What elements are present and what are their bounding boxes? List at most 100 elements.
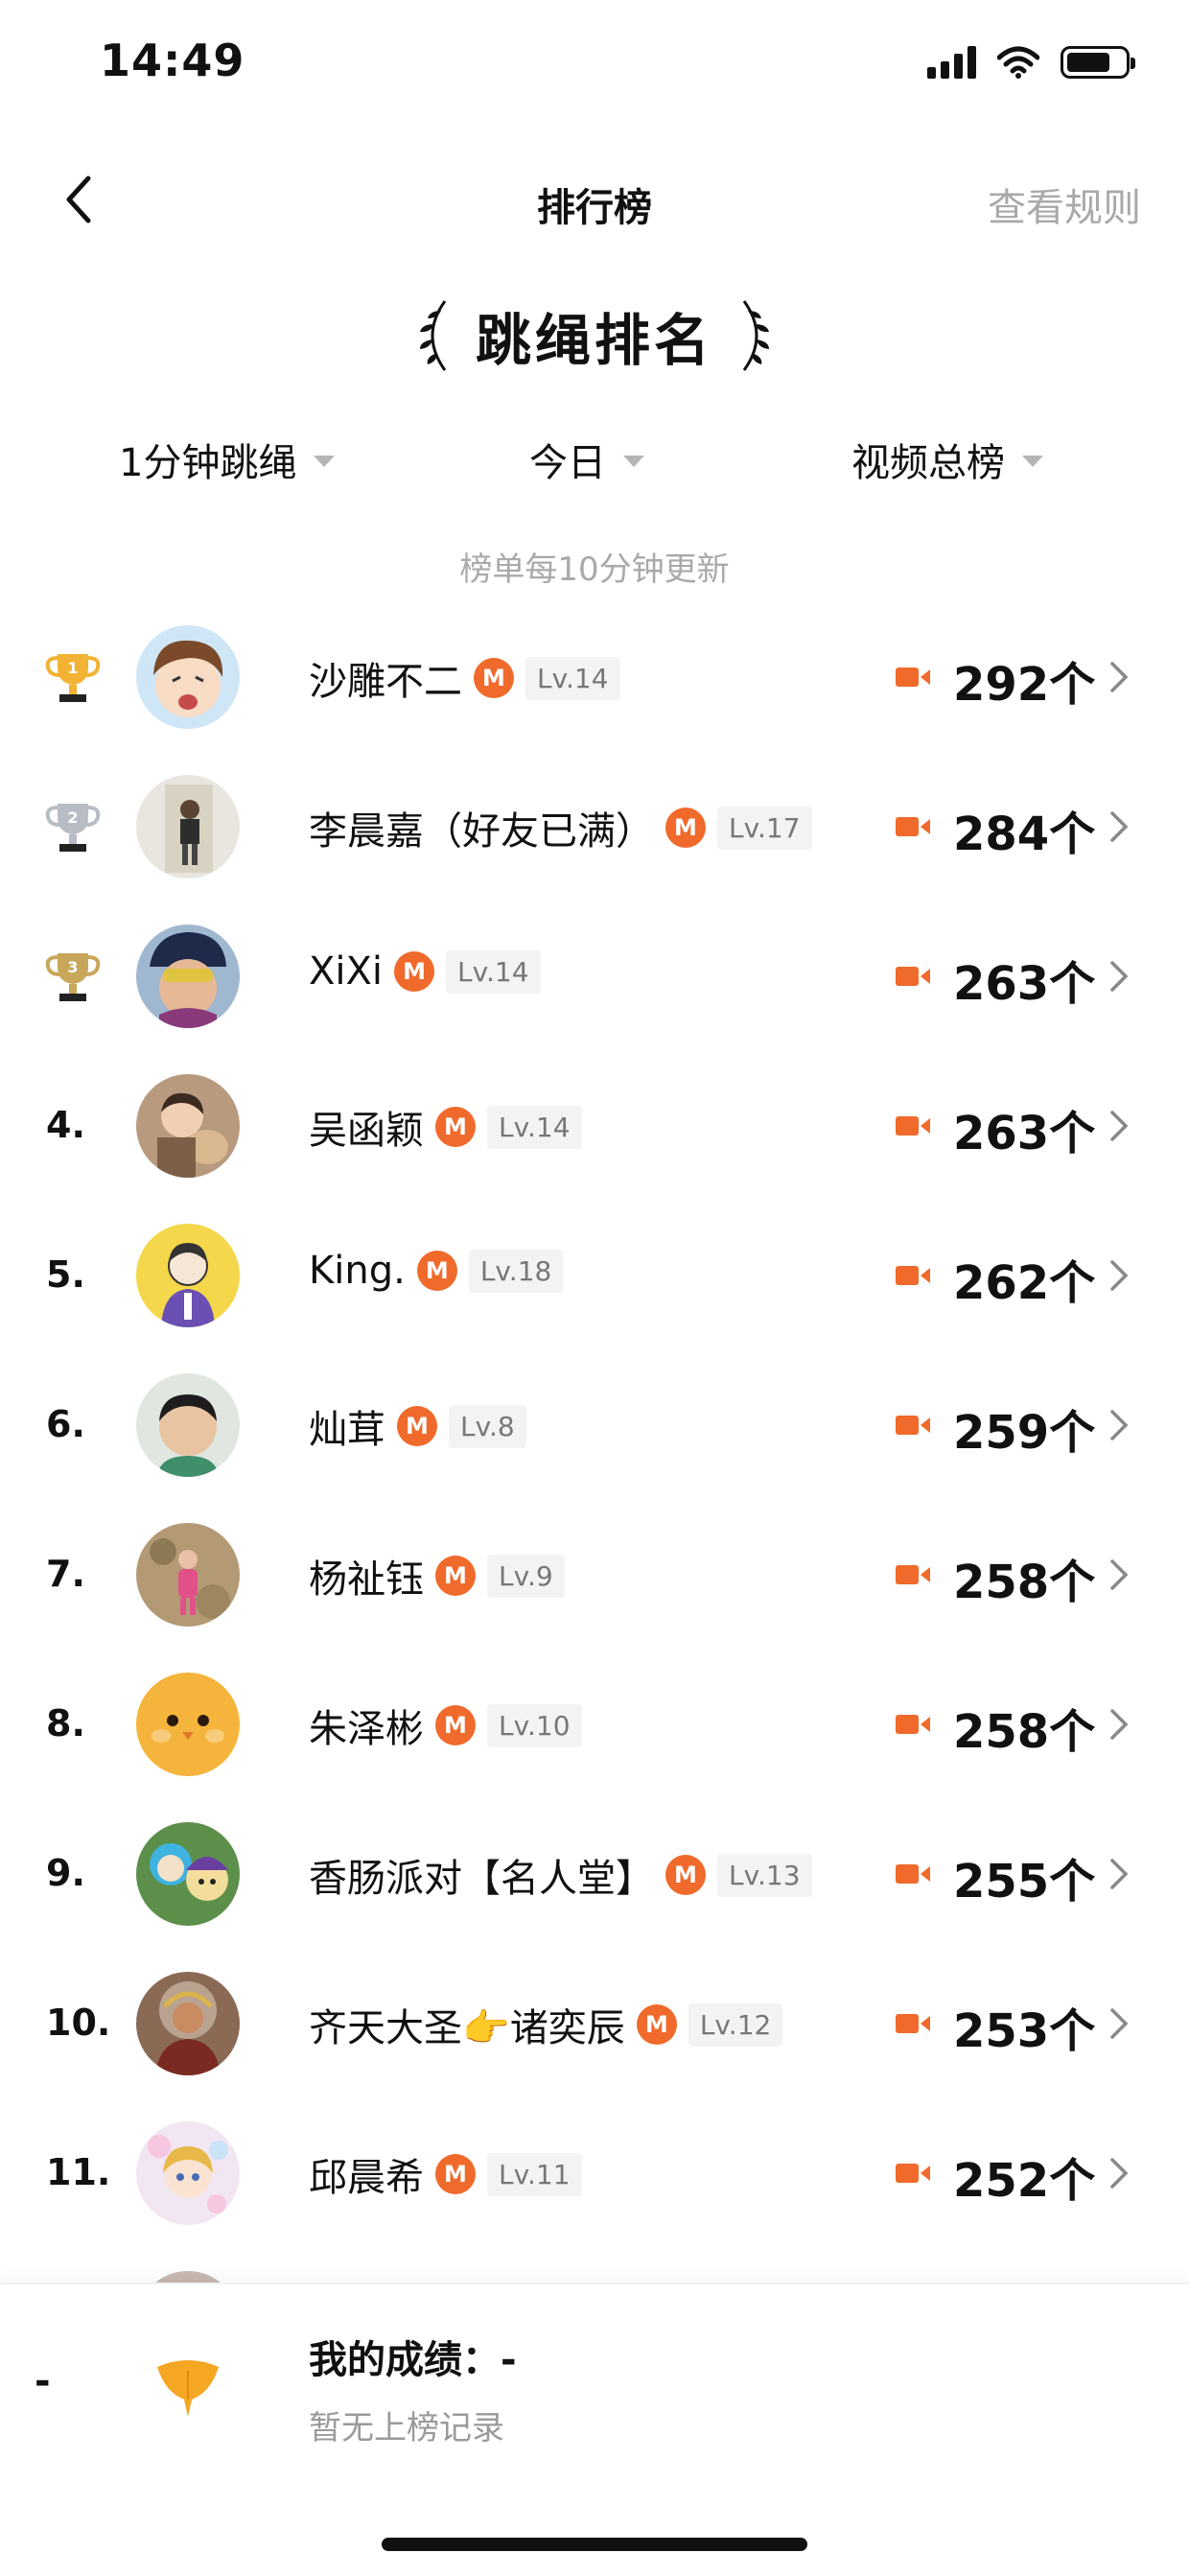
member-badge: M: [665, 1855, 706, 1895]
video-camera-icon: [896, 667, 930, 687]
chevron-right-icon: [1110, 1709, 1129, 1740]
video-camera-icon: [896, 1565, 930, 1584]
gold-trophy-icon: 1: [45, 654, 101, 702]
my-score-bar[interactable]: - 我的成绩：- 暂无上榜记录: [0, 2283, 1189, 2576]
score: 263个: [953, 1107, 1096, 1160]
avatar: [136, 1673, 240, 1776]
ranking-header: 跳绳排名: [0, 288, 1189, 384]
ranking-row[interactable]: 2 李晨嘉（好友已满） M Lv.17 284个: [0, 752, 1189, 902]
member-badge: M: [474, 658, 514, 698]
score: 253个: [953, 2004, 1096, 2058]
silver-trophy-icon: 2: [45, 804, 101, 852]
rank-number: 5.: [46, 1253, 85, 1296]
score: 292个: [953, 658, 1096, 712]
ranking-row[interactable]: 5. King. M Lv.18 262个: [0, 1201, 1189, 1350]
ranking-row[interactable]: 1 沙雕不二 M Lv.14 292个: [0, 602, 1189, 752]
ranking-title: 跳绳排名: [475, 308, 713, 373]
chevron-right-icon: [1110, 1559, 1129, 1590]
level-badge: Lv.8: [449, 1404, 526, 1448]
my-score-title: 我的成绩：-: [309, 2338, 517, 2382]
svg-text:2: 2: [67, 808, 78, 827]
user-name: 朱泽彬: [309, 1707, 424, 1751]
rank-number: 4.: [46, 1104, 85, 1146]
view-rules-link[interactable]: 查看规则: [988, 176, 1141, 232]
level-badge: Lv.18: [468, 1249, 564, 1293]
chevron-right-icon: [1110, 2008, 1129, 2039]
user-name: 沙雕不二: [309, 660, 462, 704]
score: 252个: [953, 2154, 1096, 2208]
level-badge: Lv.17: [717, 806, 812, 850]
filter-period-dropdown[interactable]: 今日: [529, 432, 644, 487]
ranking-row[interactable]: 11. 邱晨希 M Lv.11 252个: [0, 2098, 1189, 2248]
status-bar: 14:49: [0, 0, 1189, 125]
ranking-row[interactable]: 3 XiXi M Lv.14 263个: [0, 902, 1189, 1051]
cellular-signal-icon: [927, 46, 976, 79]
level-badge: Lv.9: [487, 1554, 565, 1598]
ranking-row[interactable]: 10. 齐天大圣👉诸奕辰 M Lv.12 253个: [0, 1949, 1189, 2098]
chevron-right-icon: [1110, 961, 1129, 992]
caret-down-icon: [623, 456, 644, 467]
avatar: [136, 925, 240, 1028]
ranking-row[interactable]: 6. 灿茸 M Lv.8 259个: [0, 1350, 1189, 1500]
video-camera-icon: [896, 1416, 930, 1435]
rank-number: 11.: [46, 2151, 111, 2193]
ranking-row[interactable]: 9. 香肠派对【名人堂】 M Lv.13 255个: [0, 1799, 1189, 1949]
chevron-right-icon: [1110, 2158, 1129, 2189]
level-badge: Lv.12: [688, 2002, 783, 2047]
score: 259个: [953, 1406, 1096, 1460]
nav-bar: 排行榜 查看规则: [0, 153, 1189, 249]
user-name: 灿茸: [309, 1408, 385, 1452]
member-badge: M: [435, 1556, 476, 1596]
avatar: [136, 2121, 240, 2225]
laurel-left-icon: [419, 300, 447, 371]
ginkgo-leaf-icon: [157, 2360, 219, 2417]
score: 258个: [953, 1556, 1096, 1609]
rank-number: 8.: [46, 1702, 85, 1745]
avatar: [136, 1224, 240, 1327]
chevron-right-icon: [1110, 1859, 1129, 1889]
video-camera-icon: [896, 817, 930, 836]
avatar: [136, 625, 240, 729]
user-name: 香肠派对【名人堂】: [309, 1857, 654, 1901]
member-badge: M: [394, 951, 435, 992]
chevron-right-icon: [1110, 1260, 1129, 1291]
laurel-right-icon: [742, 300, 769, 371]
status-time: 14:49: [100, 35, 245, 86]
filter-period-label: 今日: [529, 441, 606, 485]
rank-number: 6.: [46, 1403, 85, 1445]
avatar: [136, 1373, 240, 1477]
filter-exercise-dropdown[interactable]: 1分钟跳绳: [119, 432, 336, 487]
chevron-right-icon: [1110, 811, 1129, 842]
caret-down-icon: [1022, 456, 1043, 467]
chevron-right-icon: [1110, 662, 1129, 692]
ranking-row[interactable]: 7. 杨祉钰 M Lv.9 258个: [0, 1500, 1189, 1650]
rank-number: 7.: [46, 1553, 85, 1595]
level-badge: Lv.13: [717, 1853, 812, 1897]
level-badge: Lv.11: [487, 2152, 582, 2196]
filter-board-dropdown[interactable]: 视频总榜: [851, 432, 1043, 487]
member-badge: M: [665, 808, 706, 848]
avatar: [136, 1972, 240, 2075]
user-name: XiXi: [309, 949, 384, 994]
member-badge: M: [636, 2004, 677, 2045]
level-badge: Lv.14: [525, 656, 620, 700]
home-indicator: [382, 2538, 807, 2551]
score: 258个: [953, 1705, 1096, 1759]
avatar: [136, 1074, 240, 1178]
rank-number: 10.: [46, 2002, 111, 2044]
member-badge: M: [416, 1251, 457, 1291]
status-icons: [927, 46, 1135, 79]
ranking-row[interactable]: 4. 吴函颖 M Lv.14 263个: [0, 1051, 1189, 1201]
wifi-icon: [997, 46, 1039, 79]
chevron-right-icon: [1110, 1410, 1129, 1440]
user-name: King.: [309, 1249, 406, 1293]
avatar: [136, 775, 240, 878]
member-badge: M: [397, 1406, 437, 1446]
video-camera-icon: [896, 1266, 930, 1285]
ranking-row[interactable]: 8. 朱泽彬 M Lv.10 258个: [0, 1650, 1189, 1799]
score: 284个: [953, 808, 1096, 861]
video-camera-icon: [896, 2164, 930, 2183]
ranking-list: 1 沙雕不二 M Lv.14 292个 2 李晨嘉（好友已满） M Lv.17 …: [0, 602, 1189, 2398]
caret-down-icon: [314, 456, 336, 467]
avatar: [136, 1523, 240, 1627]
